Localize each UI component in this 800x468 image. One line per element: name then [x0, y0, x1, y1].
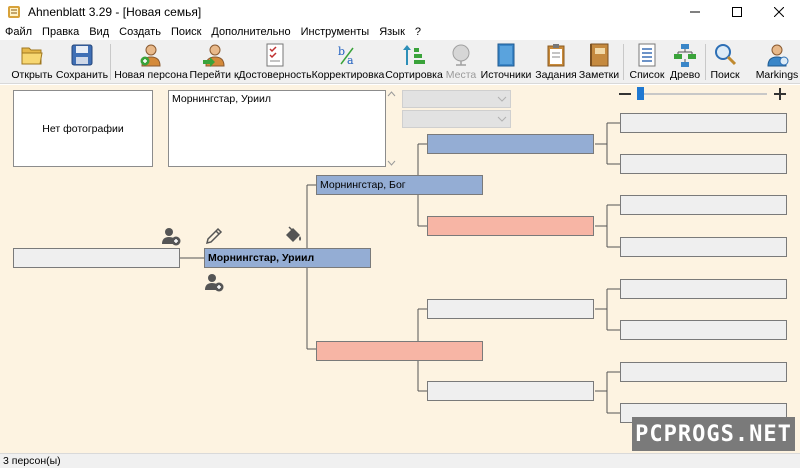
app-logo-icon	[8, 6, 20, 18]
places-button[interactable]: Места	[444, 40, 478, 84]
save-button[interactable]: Сохранить	[56, 40, 108, 84]
father-box[interactable]: Морнингстар, Бог	[316, 175, 483, 195]
paternal-grandfather-box[interactable]	[427, 134, 594, 154]
menu-view[interactable]: Вид	[84, 26, 114, 38]
minimize-button[interactable]	[674, 0, 716, 24]
chevron-down-icon	[497, 116, 507, 122]
person-notes-box[interactable]: Морнингстар, Уриил	[168, 90, 386, 167]
save-disk-icon	[71, 44, 93, 66]
menu-language[interactable]: Язык	[374, 26, 410, 38]
close-button[interactable]	[758, 0, 800, 24]
root-person-box[interactable]: Морнингстар, Уриил	[204, 248, 371, 268]
menu-tools[interactable]: Инструменты	[296, 26, 375, 38]
menu-search[interactable]: Поиск	[166, 26, 206, 38]
great-grandparent-box[interactable]	[620, 154, 787, 174]
open-folder-icon	[21, 47, 43, 65]
clipboard-icon	[547, 44, 565, 67]
zoom-slider[interactable]	[617, 85, 792, 103]
magnifier-icon	[715, 44, 737, 66]
mother-box[interactable]	[316, 341, 483, 361]
add-spouse-icon[interactable]	[161, 226, 181, 246]
search-button[interactable]: Поиск	[709, 40, 741, 84]
spouse-box[interactable]	[13, 248, 180, 268]
menu-file[interactable]: Файл	[0, 26, 37, 38]
status-text: 3 персон(ы)	[3, 455, 61, 467]
toolbar: Открыть Сохранить Новая персона Перейти …	[0, 40, 800, 84]
chevron-down-icon	[497, 96, 507, 102]
menu-bar: Файл Правка Вид Создать Поиск Дополнител…	[0, 23, 800, 40]
notes-button[interactable]: Заметки	[579, 40, 619, 84]
great-grandparent-box[interactable]	[620, 279, 787, 299]
event-select-2[interactable]	[402, 110, 511, 128]
checklist-icon	[266, 43, 284, 67]
markings-person-icon	[767, 44, 789, 67]
menu-extra[interactable]: Дополнительно	[206, 26, 295, 38]
maximize-button[interactable]	[716, 0, 758, 24]
color-fill-bucket-icon[interactable]	[283, 225, 303, 245]
menu-help[interactable]: ?	[410, 26, 426, 38]
new-person-button[interactable]: Новая персона	[114, 40, 188, 84]
reliability-button[interactable]: Достоверность	[238, 40, 312, 84]
great-grandparent-box[interactable]	[620, 320, 787, 340]
notes-scroll-arrows[interactable]	[387, 90, 396, 167]
list-icon	[638, 43, 656, 67]
toolbar-separator	[623, 44, 624, 80]
photo-placeholder[interactable]: Нет фотографии	[13, 90, 153, 167]
photo-placeholder-text: Нет фотографии	[42, 122, 124, 135]
title-bar: Ahnenblatt 3.29 - [Новая семья]	[0, 0, 800, 24]
great-grandparent-box[interactable]	[620, 362, 787, 382]
toolbar-separator	[110, 44, 111, 80]
svg-text:a: a	[347, 54, 354, 67]
tasks-button[interactable]: Задания	[535, 40, 577, 84]
great-grandparent-box[interactable]	[620, 237, 787, 257]
paternal-grandmother-box[interactable]	[427, 216, 594, 236]
family-tree-icon	[674, 44, 696, 67]
maternal-grandfather-box[interactable]	[427, 299, 594, 319]
spelling-correction-icon: b a	[338, 45, 354, 67]
maximize-icon	[732, 7, 742, 17]
great-grandparent-box[interactable]	[620, 195, 787, 215]
list-button[interactable]: Список	[628, 40, 666, 84]
watermark: PCPROGS.NET	[632, 417, 795, 451]
window-title: Ahnenblatt 3.29 - [Новая семья]	[28, 5, 202, 19]
great-grandparent-box[interactable]	[620, 113, 787, 133]
book-icon	[497, 43, 515, 67]
notes-text: Морнингстар, Уриил	[172, 93, 271, 105]
window-controls	[674, 0, 800, 24]
go-to-button[interactable]: Перейти к	[189, 40, 239, 84]
sort-button[interactable]: Сортировка	[385, 40, 443, 84]
correction-button[interactable]: b a Корректировка	[312, 40, 385, 84]
open-button[interactable]: Открыть	[10, 40, 54, 84]
edit-pencil-icon[interactable]	[204, 226, 224, 246]
markings-button[interactable]: Markings	[755, 40, 799, 84]
svg-text:b: b	[338, 45, 345, 58]
menu-edit[interactable]: Правка	[37, 26, 84, 38]
family-tree-workspace: Нет фотографии Морнингстар, Уриил Морнин…	[0, 85, 800, 453]
event-select-1[interactable]	[402, 90, 511, 108]
globe-icon	[452, 44, 470, 66]
tree-button[interactable]: Древо	[668, 40, 702, 84]
minimize-icon	[690, 11, 700, 13]
sort-icon	[403, 45, 425, 65]
sources-button[interactable]: Источники	[481, 40, 531, 84]
maternal-grandmother-box[interactable]	[427, 381, 594, 401]
zoom-thumb	[637, 87, 644, 100]
new-person-icon	[140, 44, 161, 67]
close-icon	[774, 7, 784, 17]
go-to-person-icon	[203, 44, 225, 67]
status-bar: 3 персон(ы)	[0, 453, 800, 468]
menu-create[interactable]: Создать	[114, 26, 166, 38]
notebook-icon	[590, 43, 609, 67]
toolbar-separator	[705, 44, 706, 80]
add-child-icon[interactable]	[204, 272, 224, 292]
